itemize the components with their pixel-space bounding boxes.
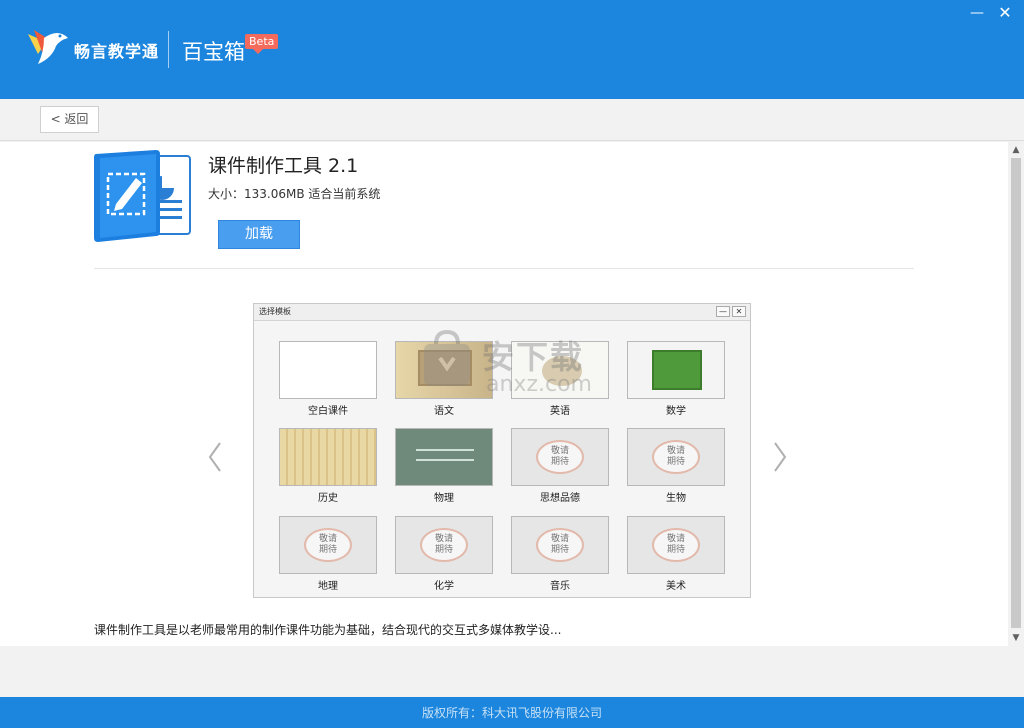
preview-minimize-icon: — <box>716 306 730 317</box>
preview-titlebar: 选择模板 — ✕ <box>254 304 750 321</box>
template-card: 敬请 期待 音乐 <box>511 516 609 592</box>
coming-soon-badge: 敬请 期待 <box>536 528 584 562</box>
template-card: 英语 <box>511 341 609 417</box>
template-thumbnail: 敬请 期待 <box>395 516 493 574</box>
template-label: 音乐 <box>550 581 570 592</box>
template-card: 数学 <box>627 341 725 417</box>
header-divider <box>168 31 169 68</box>
scroll-up-icon[interactable]: ▲ <box>1008 142 1024 158</box>
template-label: 物理 <box>434 493 454 504</box>
template-card: 敬请 期待 美术 <box>627 516 725 592</box>
footer: 版权所有：科大讯飞股份有限公司 <box>0 697 1024 728</box>
bird-logo-icon <box>28 30 68 64</box>
template-thumbnail <box>279 341 377 399</box>
scrollbar[interactable]: ▲ ▼ <box>1008 142 1024 646</box>
app-title: 百宝箱 <box>182 40 245 64</box>
template-label: 美术 <box>666 581 686 592</box>
preview-title: 选择模板 <box>259 307 291 316</box>
template-thumbnail: 敬请 期待 <box>627 428 725 486</box>
preview-screenshot: 选择模板 — ✕ 空白课件 语文 英语 数学 历史 物理 敬请 期待 思想品德 敬请 期待 生物 敬请期… <box>253 303 751 598</box>
template-label: 思想品德 <box>540 493 580 504</box>
template-label: 数学 <box>666 406 686 417</box>
template-card: 敬请 期待 生物 <box>627 428 725 504</box>
section-divider <box>94 268 914 269</box>
template-thumbnail: 敬请 期待 <box>511 516 609 574</box>
copyright: 版权所有：科大讯飞股份有限公司 <box>421 706 602 720</box>
template-label: 生物 <box>666 493 686 504</box>
scroll-down-icon[interactable]: ▼ <box>1008 630 1024 646</box>
template-thumbnail <box>511 341 609 399</box>
coming-soon-badge: 敬请 期待 <box>652 528 700 562</box>
template-card: 敬请 期待 化学 <box>395 516 493 592</box>
template-thumbnail: 敬请 期待 <box>627 516 725 574</box>
template-label: 空白课件 <box>308 406 348 417</box>
coming-soon-badge: 敬请 期待 <box>304 528 352 562</box>
template-thumbnail: 敬请 期待 <box>279 516 377 574</box>
template-card: 历史 <box>279 428 377 504</box>
tool-name: 课件制作工具 2.1 <box>208 155 359 177</box>
minimize-button[interactable]: — <box>966 4 988 22</box>
tool-description: 课件制作工具是以老师最常用的制作课件功能为基础，结合现代的交互式多媒体教学设..… <box>94 623 562 637</box>
template-thumbnail <box>279 428 377 486</box>
preview-close-icon: ✕ <box>732 306 746 317</box>
coming-soon-badge: 敬请 期待 <box>420 528 468 562</box>
template-label: 语文 <box>434 406 454 417</box>
template-thumbnail <box>395 341 493 399</box>
app-header: 畅言教学通 百宝箱 Beta — ✕ <box>0 0 1024 99</box>
template-label: 地理 <box>318 581 338 592</box>
template-thumbnail: 敬请 期待 <box>511 428 609 486</box>
chevron-right-icon[interactable] <box>770 437 790 477</box>
coming-soon-badge: 敬请 期待 <box>652 440 700 474</box>
courseware-tool-icon <box>94 150 191 242</box>
template-thumbnail <box>395 428 493 486</box>
template-label: 英语 <box>550 406 570 417</box>
template-card: 物理 <box>395 428 493 504</box>
template-card: 语文 <box>395 341 493 417</box>
beta-badge: Beta <box>245 34 279 54</box>
template-label: 化学 <box>434 581 454 592</box>
template-thumbnail <box>627 341 725 399</box>
load-button[interactable]: 加载 <box>218 220 300 249</box>
template-card: 敬请 期待 思想品德 <box>511 428 609 504</box>
coming-soon-badge: 敬请 期待 <box>536 440 584 474</box>
template-card: 敬请 期待 地理 <box>279 516 377 592</box>
toolbar <box>0 99 1024 141</box>
back-button[interactable]: < 返回 <box>40 106 99 133</box>
scroll-thumb[interactable] <box>1011 158 1021 628</box>
tool-size: 大小：133.06MB 适合当前系统 <box>208 187 381 201</box>
template-card: 空白课件 <box>279 341 377 417</box>
close-button[interactable]: ✕ <box>994 4 1016 22</box>
brand-name: 畅言教学通 <box>74 42 160 61</box>
chevron-left-icon[interactable] <box>205 437 225 477</box>
template-label: 历史 <box>318 493 338 504</box>
